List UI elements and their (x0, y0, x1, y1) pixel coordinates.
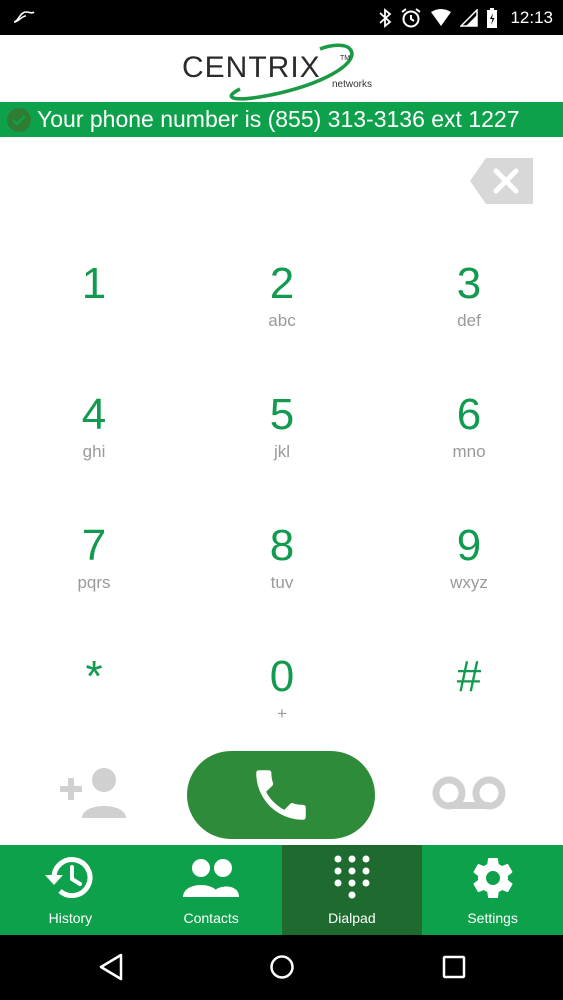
voicemail-icon[interactable] (432, 776, 506, 810)
tab-settings[interactable]: Settings (422, 845, 563, 935)
key-9[interactable]: 9 wxyz (389, 521, 549, 631)
status-icons: 12:13 (378, 0, 553, 35)
key-pound[interactable]: # (389, 652, 549, 762)
cellular-icon (460, 8, 479, 27)
tab-label: Contacts (183, 910, 239, 926)
key-digit: 7 (81, 521, 107, 570)
key-digit: 8 (269, 521, 295, 570)
key-letters: ghi (82, 442, 106, 461)
key-5[interactable]: 5 jkl (202, 390, 362, 500)
home-icon[interactable] (269, 953, 295, 981)
tab-label: Dialpad (328, 910, 376, 926)
key-digit: 6 (456, 390, 482, 439)
recents-icon[interactable] (442, 953, 466, 981)
clock-time: 12:13 (510, 7, 553, 27)
key-7[interactable]: 7 pqrs (14, 521, 174, 631)
key-2[interactable]: 2 abc (202, 259, 362, 369)
key-letters: pqrs (77, 573, 111, 592)
action-row (0, 748, 563, 843)
key-3[interactable]: 3 def (389, 259, 549, 369)
history-icon (45, 857, 93, 899)
app-header: CENTRIX TM networks (0, 35, 563, 102)
key-digit: 9 (456, 521, 482, 570)
key-digit: * (85, 652, 103, 701)
wifi-icon (431, 8, 452, 26)
add-contact-icon[interactable] (58, 766, 130, 820)
phone-icon (256, 770, 306, 820)
key-digit: 2 (269, 259, 295, 308)
key-letters: wxyz (450, 573, 488, 592)
bottom-tab-bar: History Contacts Dialpad Settings (0, 845, 563, 935)
checkmark-icon (7, 107, 31, 132)
centrix-logo: CENTRIX TM networks (180, 41, 390, 101)
gear-icon (473, 858, 513, 899)
backspace-button[interactable] (470, 158, 533, 204)
alarm-icon (401, 7, 422, 27)
key-digit: 1 (81, 259, 107, 308)
phone-number-message: Your phone number is (855) 313-3136 ext … (37, 106, 520, 132)
key-digit: # (456, 652, 482, 701)
key-digit: 0 (269, 652, 295, 701)
tab-label: Settings (467, 910, 518, 926)
key-digit: 4 (81, 390, 107, 439)
key-8[interactable]: 8 tuv (202, 521, 362, 631)
battery-icon (487, 7, 498, 28)
logo-subtitle: networks (332, 79, 373, 90)
phone-number-banner: Your phone number is (855) 313-3136 ext … (0, 102, 563, 137)
system-nav-bar (0, 935, 563, 1000)
key-letters: tuv (270, 573, 294, 592)
status-bar: 12:13 (0, 0, 563, 35)
tab-history[interactable]: History (0, 845, 141, 935)
logo-trademark: TM (340, 55, 351, 62)
tab-contacts[interactable]: Contacts (141, 845, 282, 935)
tab-dialpad[interactable]: Dialpad (281, 845, 423, 935)
key-letters: jkl (273, 442, 291, 461)
key-letters: abc (268, 311, 296, 330)
key-letters: + (277, 704, 287, 723)
key-digit: 5 (269, 390, 295, 439)
dialpad-icon (334, 855, 370, 899)
call-button[interactable] (187, 751, 375, 839)
notification-icon (13, 11, 35, 23)
tab-label: History (48, 910, 93, 926)
key-1[interactable]: 1 (14, 259, 174, 369)
key-6[interactable]: 6 mno (389, 390, 549, 500)
key-digit: 3 (456, 259, 482, 308)
logo-wordmark: CENTRIX (182, 51, 321, 84)
key-letters: mno (452, 442, 486, 461)
key-star[interactable]: * (14, 652, 174, 762)
key-letters: def (457, 311, 481, 330)
key-0[interactable]: 0 + (202, 652, 362, 762)
bluetooth-icon (379, 7, 392, 28)
contacts-icon (183, 859, 240, 897)
back-icon[interactable] (98, 953, 124, 981)
key-4[interactable]: 4 ghi (14, 390, 174, 500)
